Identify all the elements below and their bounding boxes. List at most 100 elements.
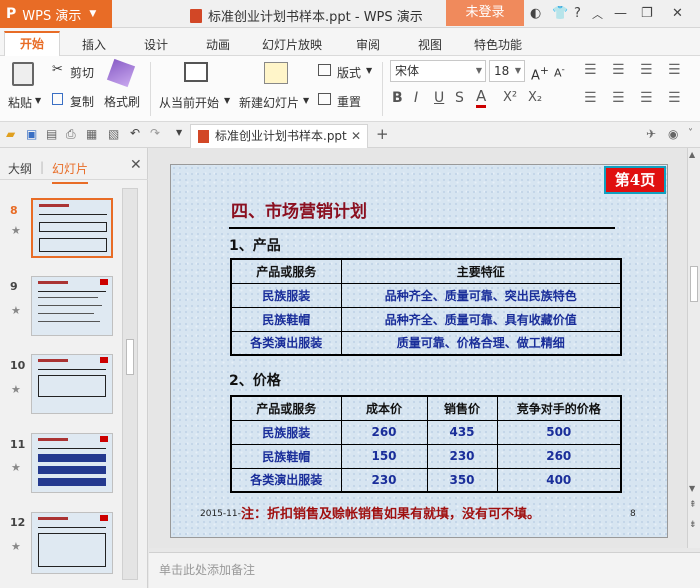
align-left-icon[interactable]: ☰ [584,90,597,106]
scroll-thumb[interactable] [690,266,698,302]
numbered-list-icon[interactable]: ☰ [612,62,625,78]
tab-slides[interactable]: 幻灯片 [52,160,89,184]
slide-panel-scrollbar[interactable] [122,188,138,580]
format-painter-button[interactable]: 格式刷 [104,93,140,110]
notes-pane[interactable]: 单击此处添加备注 [149,552,700,588]
chevron-down-icon[interactable]: ˅ [688,128,693,139]
bold-button[interactable]: B [392,90,403,106]
thumbnail-badge [100,515,108,521]
slide-thumbnail[interactable] [31,198,113,258]
thumbnail-line [38,291,106,292]
new-tab-icon[interactable]: + [376,125,389,143]
minimize-icon[interactable]: — [614,6,627,21]
slide-thumbnail[interactable] [31,354,113,414]
help-icon[interactable]: ? [574,6,581,21]
product-table: 产品或服务 主要特征 民族服装 品种齐全、质量可靠、突出民族特色 民族鞋帽 品种齐全、… [230,258,622,356]
tab-design[interactable]: 设计 [144,36,168,53]
bullet-list-icon[interactable]: ☰ [584,62,597,78]
from-current-button[interactable]: 从当前开始 [159,94,219,111]
table-cell: 各类演出服装 [230,330,342,356]
footer-note: 注：折扣销售及赊帐销售如果有就填，没有可不填。 [241,507,541,522]
increase-indent-icon[interactable]: ☰ [668,62,681,78]
thumbnail-title [38,281,68,284]
undo-icon[interactable]: ↶ [130,126,140,140]
print-icon[interactable]: ⎙ [66,127,76,142]
tab-features[interactable]: 特色功能 [474,36,522,53]
scroll-down-icon[interactable]: ▼ [689,484,695,493]
footer-date: 2015-11- [200,509,241,519]
font-name-select[interactable]: 宋体 ▼ [390,60,486,82]
shirt-icon[interactable]: 👕 [552,6,568,21]
next-slide-icon[interactable]: ⇟ [689,520,697,530]
table-cell: 150 [340,443,428,469]
slide-number: 11 [10,438,26,451]
align-right-icon[interactable]: ☰ [640,90,653,106]
thumbnail-badge [100,279,108,285]
tab-animation[interactable]: 动画 [206,36,230,53]
new-slide-button[interactable]: 新建幻灯片 [239,94,299,111]
wps-menu-button[interactable]: P WPS 演示 ▼ [0,0,112,28]
scroll-up-icon[interactable]: ▲ [689,150,695,159]
export-icon[interactable]: ▤ [46,127,57,141]
login-button[interactable]: 未登录 [446,0,524,26]
reset-button[interactable]: 重置 [337,93,361,110]
underline-button[interactable]: U [434,90,444,106]
strikethrough-button[interactable]: S [455,90,464,106]
skin-icon[interactable]: ◐ [530,6,541,21]
maximize-icon[interactable]: ❐ [641,6,653,21]
pin-icon[interactable]: ✈ [646,127,656,141]
slide-number: 12 [10,516,26,529]
table-cell: 230 [340,467,428,493]
redo-icon[interactable]: ↷ [150,126,160,140]
slide-panel: 大纲 | 幻灯片 ✕ 8 ★ 9 ★ 10 ★ 11 ★ 12 ★ [0,148,148,588]
slide-thumbnail[interactable] [31,512,113,574]
decrease-indent-icon[interactable]: ☰ [640,62,653,78]
star-icon: ★ [11,304,21,317]
justify-icon[interactable]: ☰ [668,90,681,106]
previous-slide-icon[interactable]: ⇞ [689,500,697,510]
chevron-up-icon[interactable]: ︿ [592,6,603,22]
page-badge: 第4页 [604,166,666,194]
superscript-button[interactable]: X² [503,90,517,105]
tab-slideshow[interactable]: 幻灯片放映 [262,36,322,53]
slide-thumbnail[interactable] [31,276,113,336]
thumbnail-line [38,369,106,370]
spellcheck-icon[interactable]: ▧ [108,127,119,141]
scissors-icon: ✂ [52,62,63,77]
chevron-down-icon: ▼ [35,96,42,105]
align-center-icon[interactable]: ☰ [612,90,625,106]
tab-view[interactable]: 视图 [418,36,442,53]
tab-review[interactable]: 审阅 [356,36,380,53]
subscript-button[interactable]: X₂ [528,90,542,105]
layout-icon [318,64,331,76]
canvas-scrollbar[interactable]: ▲ ▼ ⇞ ⇟ [687,148,700,548]
title-bar: P WPS 演示 ▼ 标准创业计划书样本.ppt - WPS 演示 未登录 ◐ … [0,0,700,28]
open-folder-icon[interactable]: ▰ [6,127,15,141]
shrink-font-icon[interactable]: A- [554,64,565,80]
print-preview-icon[interactable]: ▦ [86,127,97,141]
layout-button[interactable]: 版式 [337,64,361,81]
chevron-down-icon[interactable]: ▼ [176,128,182,137]
thumbnail-line [38,448,106,449]
cut-button[interactable]: 剪切 [70,64,94,81]
close-icon[interactable]: ✕ [130,157,142,173]
font-size-select[interactable]: 18 ▼ [489,60,525,82]
italic-button[interactable]: I [414,90,418,106]
close-icon[interactable]: ✕ [672,6,683,21]
slide-number: 9 [10,280,18,293]
font-color-button[interactable]: A [476,87,487,108]
scroll-thumb[interactable] [126,339,134,375]
document-tab[interactable]: 标准创业计划书样本.ppt ✕ [190,124,368,148]
slide-number: 10 [10,359,26,372]
close-tab-icon[interactable]: ✕ [351,125,361,147]
theme-icon[interactable]: ◉ [668,127,678,141]
copy-button[interactable]: 复制 [70,93,94,110]
save-icon[interactable]: ▣ [26,127,37,141]
slide-thumbnail[interactable] [31,433,113,493]
tab-outline[interactable]: 大纲 [8,160,32,177]
slide[interactable]: 第4页 四、市场营销计划 1、产品 产品或服务 主要特征 民族服装 品种齐全、质量可… [170,164,668,538]
tab-insert[interactable]: 插入 [82,36,106,53]
thumbnail-title [38,438,68,441]
tab-start[interactable]: 开始 [4,31,60,57]
grow-font-icon[interactable]: A+ [531,64,549,83]
